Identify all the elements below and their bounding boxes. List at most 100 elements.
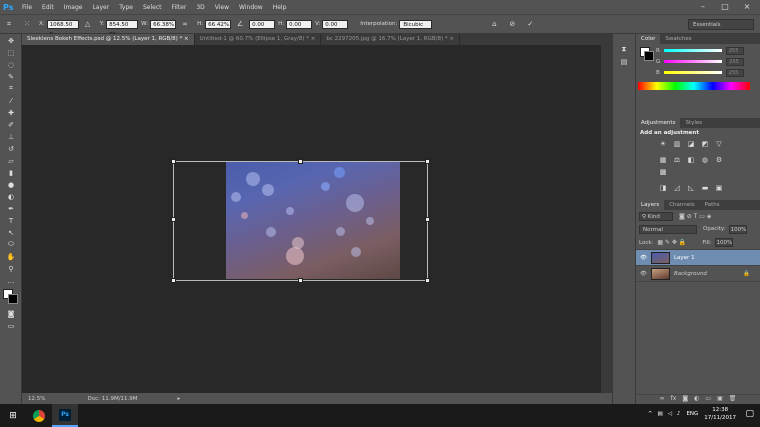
screen-mode-icon[interactable]: ▭ bbox=[3, 320, 19, 331]
vertical-scrollbar[interactable] bbox=[601, 45, 612, 393]
clone-stamp-tool-icon[interactable]: ⊥ bbox=[3, 131, 19, 142]
layer-row-layer-1[interactable]: 👁 Layer 1 bbox=[636, 250, 760, 266]
angle-field[interactable]: 0.00 bbox=[249, 19, 276, 29]
layer-name[interactable]: Layer 1 bbox=[674, 255, 695, 261]
blur-tool-icon[interactable]: ● bbox=[3, 179, 19, 190]
hskew-field[interactable]: 0.00 bbox=[286, 19, 313, 29]
transform-handle-top-right[interactable] bbox=[425, 159, 430, 164]
link-layers-icon[interactable]: ∞ bbox=[660, 395, 665, 404]
chrome-taskbar-icon[interactable] bbox=[26, 404, 52, 427]
zoom-level[interactable]: 12.5% bbox=[28, 396, 45, 402]
transform-handle-bottom[interactable] bbox=[298, 278, 303, 283]
eyedropper-tool-icon[interactable]: ⁄ bbox=[3, 95, 19, 106]
color-balance-icon[interactable]: ⚖ bbox=[671, 155, 683, 165]
properties-panel-icon[interactable]: ▤ bbox=[616, 56, 632, 67]
mask-icon[interactable]: ◙ bbox=[682, 395, 688, 404]
fx-icon[interactable]: fx bbox=[671, 395, 677, 404]
quick-select-tool-icon[interactable]: ✎ bbox=[3, 71, 19, 82]
interpolation-select[interactable]: Bicubic bbox=[399, 19, 433, 29]
transform-handle-top-left[interactable] bbox=[171, 159, 176, 164]
brightness-icon[interactable]: ☀ bbox=[657, 139, 669, 149]
fill-field[interactable]: 100% bbox=[714, 238, 733, 247]
close-button[interactable]: × bbox=[736, 0, 758, 14]
threshold-icon[interactable]: ◺ bbox=[685, 183, 697, 193]
eraser-tool-icon[interactable]: ▱ bbox=[3, 155, 19, 166]
opacity-field[interactable]: 100% bbox=[728, 224, 747, 234]
shape-tool-icon[interactable]: ⬭ bbox=[3, 239, 19, 250]
exposure-icon[interactable]: ◩ bbox=[699, 139, 711, 149]
posterize-icon[interactable]: ◿ bbox=[671, 183, 683, 193]
delete-layer-icon[interactable]: 🗑 bbox=[729, 395, 737, 404]
gradient-tool-icon[interactable]: ▮ bbox=[3, 167, 19, 178]
gradient-map-icon[interactable]: ▬ bbox=[699, 183, 711, 193]
transform-handle-bottom-left[interactable] bbox=[171, 278, 176, 283]
tab-paths[interactable]: Paths bbox=[700, 200, 725, 210]
new-layer-icon[interactable]: ▣ bbox=[717, 395, 723, 404]
tab-layers[interactable]: Layers bbox=[636, 200, 665, 210]
tab-swatches[interactable]: Swatches bbox=[660, 34, 696, 44]
reference-point-icon[interactable]: ⁙ bbox=[21, 18, 33, 30]
visibility-eye-icon[interactable]: 👁 bbox=[640, 255, 647, 261]
marquee-tool-icon[interactable]: ⬚ bbox=[3, 47, 19, 58]
g-slider[interactable] bbox=[664, 60, 723, 63]
tab-color[interactable]: Color bbox=[636, 34, 661, 44]
delta-icon[interactable]: △ bbox=[82, 18, 94, 30]
curves-icon[interactable]: ◪ bbox=[685, 139, 697, 149]
menu-file[interactable]: File bbox=[17, 4, 37, 11]
path-selection-tool-icon[interactable]: ↖ bbox=[3, 227, 19, 238]
start-button[interactable]: ⊞ bbox=[0, 404, 26, 427]
menu-image[interactable]: Image bbox=[59, 4, 88, 11]
menu-filter[interactable]: Filter bbox=[167, 4, 192, 11]
lasso-tool-icon[interactable]: ◌ bbox=[3, 59, 19, 70]
warp-icon[interactable]: ⌂ bbox=[488, 18, 500, 30]
menu-view[interactable]: View bbox=[210, 4, 234, 11]
network-icon[interactable]: ▤ bbox=[657, 411, 662, 417]
notifications-icon[interactable]: ▢ bbox=[745, 409, 754, 419]
transform-tool-icon[interactable]: ⌗ bbox=[3, 18, 15, 30]
transform-handle-bottom-right[interactable] bbox=[425, 278, 430, 283]
color-spectrum[interactable] bbox=[638, 82, 750, 90]
transform-handle-top[interactable] bbox=[298, 159, 303, 164]
link-icon[interactable]: ∞ bbox=[179, 18, 191, 30]
black-white-icon[interactable]: ◧ bbox=[685, 155, 697, 165]
invert-icon[interactable]: ◨ bbox=[657, 183, 669, 193]
tab-sleeklens-bokeh[interactable]: Sleeklens Bokeh Effects.psd @ 12.5% (Lay… bbox=[22, 34, 195, 45]
cancel-transform-icon[interactable]: ⊘ bbox=[506, 18, 518, 30]
volume-icon[interactable]: ◁ bbox=[668, 411, 672, 417]
vibrance-icon[interactable]: ▽ bbox=[713, 139, 725, 149]
group-icon[interactable]: ▭ bbox=[705, 395, 711, 404]
background-color-swatch[interactable] bbox=[8, 294, 18, 304]
selective-color-icon[interactable]: ▣ bbox=[713, 183, 725, 193]
tab-untitled-1[interactable]: Untitled-1 @ 60.7% (Ellipse 1, Gray/8) *… bbox=[195, 34, 322, 45]
y-field[interactable]: 854.50 px bbox=[106, 19, 139, 37]
type-tool-icon[interactable]: T bbox=[3, 215, 19, 226]
menu-3d[interactable]: 3D bbox=[191, 4, 209, 11]
blend-mode-select[interactable]: Normal bbox=[639, 224, 697, 234]
minimize-button[interactable]: – bbox=[692, 0, 714, 14]
r-field[interactable]: 255 bbox=[725, 46, 744, 55]
vskew-field[interactable]: 0.00 bbox=[322, 19, 349, 29]
channel-mixer-icon[interactable]: ⚙ bbox=[713, 155, 725, 165]
tray-chevron-icon[interactable]: ^ bbox=[648, 411, 653, 417]
status-menu-icon[interactable]: ▸ bbox=[178, 396, 181, 402]
more-tools-icon[interactable]: … bbox=[3, 275, 19, 286]
b-slider[interactable] bbox=[663, 71, 722, 74]
levels-icon[interactable]: ▥ bbox=[671, 139, 683, 149]
commit-transform-icon[interactable]: ✓ bbox=[524, 18, 536, 30]
clock[interactable]: 12:38 17/11/2017 bbox=[704, 406, 736, 422]
history-brush-tool-icon[interactable]: ↺ bbox=[3, 143, 19, 154]
dodge-tool-icon[interactable]: ◐ bbox=[3, 191, 19, 202]
w-field[interactable]: 66.38% bbox=[150, 19, 177, 29]
transform-handle-left[interactable] bbox=[171, 217, 176, 222]
g-field[interactable]: 255 bbox=[726, 57, 745, 66]
menu-help[interactable]: Help bbox=[268, 4, 292, 11]
zoom-tool-icon[interactable]: ⚲ bbox=[3, 263, 19, 274]
kind-filter-select[interactable]: ⚲ Kind bbox=[639, 211, 673, 221]
filter-icons[interactable]: ◙ ⊘ T ▭ ◈ bbox=[679, 213, 711, 220]
hand-tool-icon[interactable]: ✋ bbox=[3, 251, 19, 262]
x-field[interactable]: 1068.50 p bbox=[46, 19, 79, 37]
pen-tool-icon[interactable]: ✒ bbox=[3, 203, 19, 214]
tab-bc-jpg[interactable]: bc 2297205.jpg @ 16.7% (Layer 1, RGB/8) … bbox=[321, 34, 460, 45]
menu-window[interactable]: Window bbox=[234, 4, 268, 11]
tab-styles[interactable]: Styles bbox=[680, 118, 707, 128]
